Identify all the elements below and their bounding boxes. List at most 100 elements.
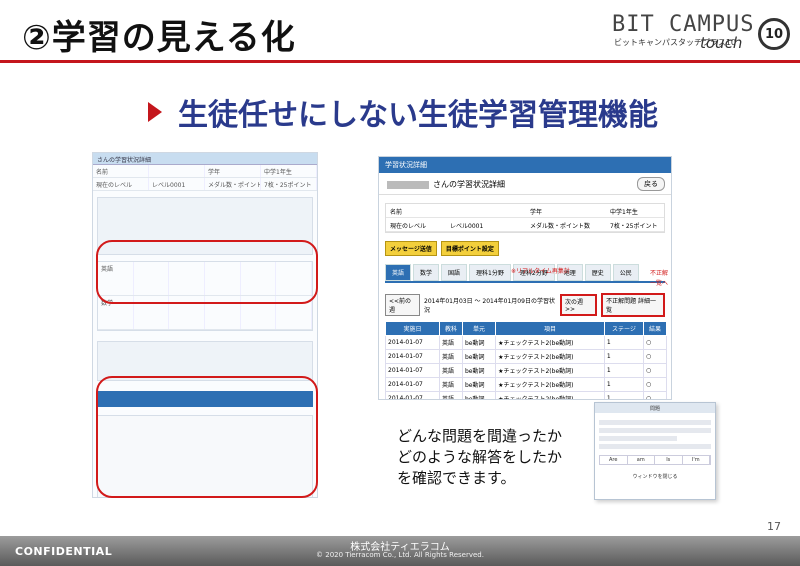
results-cell: ★チェックテスト2(be動詞) [495, 349, 605, 364]
column-header: 項目 [495, 321, 605, 336]
column-header: 実施日 [385, 321, 440, 336]
left-info-cell: メダル数・ポイント数 [205, 178, 261, 190]
user-suffix: さんの学習状況詳細 [433, 180, 505, 189]
tab-english[interactable]: 英語 [385, 264, 412, 281]
bit-campus-logo: BIT CAMPUS ビットキャンパスタッチプラス10 touch 10 [612, 12, 792, 58]
set-target-points-button[interactable]: 目標ポイント設定 [440, 241, 499, 256]
left-info-cell: レベル0001 [149, 178, 205, 190]
results-cell: be動詞 [461, 335, 497, 350]
highlight-oval [96, 376, 318, 498]
column-header: 単元 [461, 321, 497, 336]
redacted-name [387, 180, 429, 189]
results-cell: be動詞 [461, 377, 497, 392]
tab-science-1[interactable]: 理科1分野 [469, 264, 511, 281]
week-range-bar: <<前の週 2014年01月03日 ～ 2014年01月09日の学習状況 次の週… [385, 293, 665, 317]
incorrect-note: 不正解 [650, 270, 669, 277]
subtitle-block: 生徒任せにしない生徒学習管理機能 [148, 90, 658, 134]
results-cell: be動詞 [461, 349, 497, 364]
info-cell: 7枚・25ポイント [610, 223, 658, 230]
results-cell: 英語 [438, 363, 463, 378]
results-row: 2014-01-07 英語 be動詞 ★チェックテスト2(be動詞) 1 ○ [385, 349, 668, 364]
left-info-cell: 学年 [205, 165, 261, 177]
popup-line [599, 436, 678, 441]
caption: どんな問題を間違ったか どのような解答をしたか を確認できます。 [397, 426, 562, 489]
popup-answer-cell: I'm [683, 456, 710, 464]
column-header: ステージ [603, 321, 644, 336]
info-cell: レベル0001 [450, 223, 484, 230]
right-screenshot: 学習状況詳細 さんの学習状況詳細 戻る 名前 学年 中学1年生 現在のレベル レ… [378, 156, 672, 400]
realtime-note: ※リアルタイム再集計 [511, 268, 570, 275]
tab-history[interactable]: 歴史 [584, 264, 611, 281]
left-info-cell: 名前 [93, 165, 149, 177]
slide-title: ②学習の見える化 [22, 18, 296, 58]
popup-answer-table: Are am Is I'm [599, 455, 711, 465]
left-info-cell [149, 165, 205, 177]
results-row: 2014-01-07 英語 be動詞 ★チェックテスト2(be動詞) 1 ○ [385, 377, 668, 392]
results-cell: ○ [642, 363, 668, 378]
week-range-text: 2014年01月03日 ～ 2014年01月09日の学習状況 [424, 298, 555, 314]
popup-line [599, 428, 711, 433]
right-user-line: さんの学習状況詳細 戻る [379, 173, 671, 195]
results-cell: ○ [642, 391, 668, 399]
results-cell: ★チェックテスト2(be動詞) [495, 377, 605, 392]
results-cell: 1 [603, 391, 644, 399]
results-cell: ○ [642, 349, 668, 364]
results-cell: 英語 [438, 391, 463, 399]
popup-answer-cell: Are [600, 456, 628, 464]
info-cell: 現在のレベル [390, 223, 427, 230]
left-info-cell: 7枚・25ポイント [261, 178, 317, 190]
copyright: © 2020 Tierracom Co., Ltd. All Rights Re… [316, 551, 484, 559]
popup-line [599, 420, 711, 425]
left-screen-header: さんの学習状況詳細 [93, 153, 317, 165]
info-cell: メダル数・ポイント数 [530, 223, 591, 230]
slide: ②学習の見える化 BIT CAMPUS ビットキャンパスタッチプラス10 tou… [0, 0, 800, 566]
right-info-table: 名前 学年 中学1年生 現在のレベル レベル0001 メダル数・ポイント数 7枚… [385, 203, 665, 233]
page-number: 17 [767, 520, 781, 533]
popup-close-link[interactable]: ウィンドウを閉じる [599, 473, 711, 480]
wrong-answers-list-button[interactable]: 不正解問題 詳細一覧 [601, 293, 665, 317]
prev-week-button[interactable]: <<前の週 [385, 294, 421, 316]
send-message-button[interactable]: メッセージ送信 [385, 241, 437, 256]
results-row: 2014-01-07 英語 be動詞 ★チェックテスト2(be動詞) 1 ○ [385, 391, 668, 399]
results-cell: 1 [603, 363, 644, 378]
tab-civics[interactable]: 公民 [612, 264, 639, 281]
info-cell: 中学1年生 [610, 209, 638, 216]
info-cell: 名前 [390, 209, 403, 216]
caption-line: を確認できます。 [397, 469, 516, 487]
jump-note: 一覧へ [650, 280, 669, 287]
results-cell: ★チェックテスト2(be動詞) [495, 363, 605, 378]
popup-answer-cell: am [628, 456, 655, 464]
tab-math[interactable]: 数学 [413, 264, 440, 281]
results-cell: 2014-01-07 [385, 391, 440, 399]
results-header-row: 実施日 教科 単元 項目 ステージ 結果 [385, 321, 668, 336]
logo-badge: 10 [758, 18, 790, 50]
results-cell: 英語 [438, 349, 463, 364]
popup-header: 問題 [595, 403, 715, 413]
back-button[interactable]: 戻る [637, 177, 665, 191]
tab-japanese[interactable]: 国語 [441, 264, 468, 281]
results-cell: ★チェックテスト2(be動詞) [495, 335, 605, 350]
results-cell: ○ [642, 335, 668, 350]
results-cell: 1 [603, 349, 644, 364]
results-cell: ○ [642, 377, 668, 392]
popup-answer-cell: Is [655, 456, 683, 464]
results-cell: 1 [603, 335, 644, 350]
results-cell: 英語 [438, 377, 463, 392]
right-info-row: 名前 学年 中学1年生 [386, 204, 664, 218]
results-cell: be動詞 [461, 363, 497, 378]
results-cell: 2014-01-07 [385, 363, 440, 378]
caption-line: どんな問題を間違ったか [397, 427, 563, 445]
left-info-cell: 現在のレベル [93, 178, 149, 190]
title-divider [0, 60, 800, 63]
results-row: 2014-01-07 英語 be動詞 ★チェックテスト2(be動詞) 1 ○ [385, 363, 668, 378]
right-info-row: 現在のレベル レベル0001 メダル数・ポイント数 7枚・25ポイント [386, 218, 664, 232]
triangle-bullet-icon [148, 102, 162, 122]
results-cell: be動詞 [461, 391, 497, 399]
right-action-buttons: メッセージ送信 目標ポイント設定 [385, 241, 665, 256]
logo-touch-text: touch [700, 34, 743, 52]
next-week-button[interactable]: 次の週>> [560, 294, 598, 316]
popup-body: Are am Is I'm ウィンドウを閉じる [595, 413, 715, 484]
right-screen-header: 学習状況詳細 [379, 157, 671, 173]
popup-line [599, 444, 711, 449]
results-cell: 2014-01-07 [385, 377, 440, 392]
